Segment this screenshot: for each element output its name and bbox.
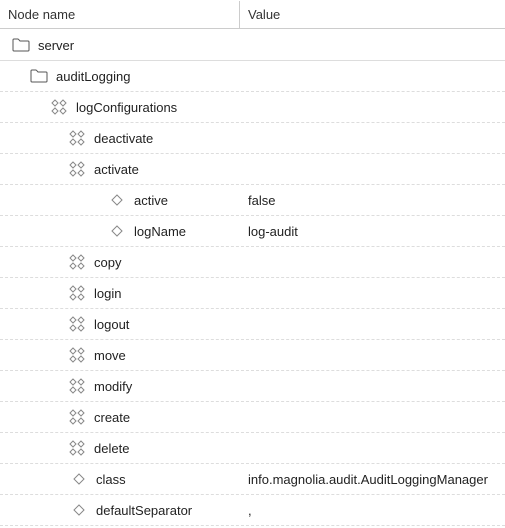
- tree-row[interactable]: logout: [0, 309, 505, 340]
- content-icon: [68, 408, 86, 426]
- node-name-cell[interactable]: delete: [0, 439, 240, 457]
- tree-row[interactable]: class info.magnolia.audit.AuditLoggingMan…: [0, 464, 505, 495]
- tree-row[interactable]: logConfigurations: [0, 92, 505, 123]
- node-name-cell[interactable]: active: [0, 191, 240, 209]
- node-label: defaultSeparator: [96, 503, 192, 518]
- node-label: move: [94, 348, 126, 363]
- node-name-cell[interactable]: deactivate: [0, 129, 240, 147]
- node-name-cell[interactable]: logConfigurations: [0, 98, 240, 116]
- node-label: deactivate: [94, 131, 153, 146]
- node-name-cell[interactable]: class: [0, 470, 240, 488]
- tree-row[interactable]: auditLogging: [0, 61, 505, 92]
- tree-row[interactable]: defaultSeparator,: [0, 495, 505, 526]
- folder-icon: [30, 67, 48, 85]
- prop-icon: [108, 222, 126, 240]
- node-value-cell[interactable]: info.magnolia.audit.AuditLoggingManager: [240, 472, 505, 487]
- node-label: logName: [134, 224, 186, 239]
- node-value-cell[interactable]: log-audit: [240, 224, 505, 239]
- node-value-cell[interactable]: ,: [240, 503, 505, 518]
- column-header-name[interactable]: Node name: [0, 1, 240, 29]
- node-name-cell[interactable]: create: [0, 408, 240, 426]
- node-label: copy: [94, 255, 121, 270]
- node-name-cell[interactable]: logout: [0, 315, 240, 333]
- tree-row[interactable]: move: [0, 340, 505, 371]
- content-icon: [68, 253, 86, 271]
- tree-body: server auditLogging logConfigurations deact…: [0, 30, 505, 526]
- prop-icon: [70, 501, 88, 519]
- tree-row[interactable]: activate: [0, 154, 505, 185]
- node-label: class: [96, 472, 126, 487]
- column-header-row: Node name Value: [0, 0, 505, 30]
- tree-row[interactable]: create: [0, 402, 505, 433]
- node-value-cell[interactable]: false: [240, 193, 505, 208]
- node-label: logConfigurations: [76, 100, 177, 115]
- content-icon: [50, 98, 68, 116]
- node-label: modify: [94, 379, 132, 394]
- tree-row[interactable]: copy: [0, 247, 505, 278]
- content-icon: [68, 439, 86, 457]
- tree-row[interactable]: modify: [0, 371, 505, 402]
- content-icon: [68, 284, 86, 302]
- folder-icon: [12, 36, 30, 54]
- node-label: auditLogging: [56, 69, 130, 84]
- content-icon: [68, 346, 86, 364]
- tree-row[interactable]: delete: [0, 433, 505, 464]
- node-label: server: [38, 38, 74, 53]
- tree-row[interactable]: deactivate: [0, 123, 505, 154]
- node-label: active: [134, 193, 168, 208]
- content-icon: [68, 315, 86, 333]
- node-name-cell[interactable]: login: [0, 284, 240, 302]
- node-name-cell[interactable]: modify: [0, 377, 240, 395]
- node-label: activate: [94, 162, 139, 177]
- tree-row[interactable]: login: [0, 278, 505, 309]
- node-name-cell[interactable]: move: [0, 346, 240, 364]
- node-name-cell[interactable]: activate: [0, 160, 240, 178]
- node-name-cell[interactable]: auditLogging: [0, 67, 240, 85]
- tree-row[interactable]: active false: [0, 185, 505, 216]
- node-name-cell[interactable]: copy: [0, 253, 240, 271]
- node-label: login: [94, 286, 121, 301]
- column-header-value[interactable]: Value: [240, 1, 505, 29]
- node-label: logout: [94, 317, 129, 332]
- node-name-cell[interactable]: defaultSeparator: [0, 501, 240, 519]
- node-name-cell[interactable]: logName: [0, 222, 240, 240]
- prop-icon: [70, 470, 88, 488]
- node-label: create: [94, 410, 130, 425]
- tree-row[interactable]: server: [0, 30, 505, 61]
- content-icon: [68, 377, 86, 395]
- node-label: delete: [94, 441, 129, 456]
- node-name-cell[interactable]: server: [0, 36, 240, 54]
- prop-icon: [108, 191, 126, 209]
- content-icon: [68, 129, 86, 147]
- tree-row[interactable]: logName log-audit: [0, 216, 505, 247]
- content-icon: [68, 160, 86, 178]
